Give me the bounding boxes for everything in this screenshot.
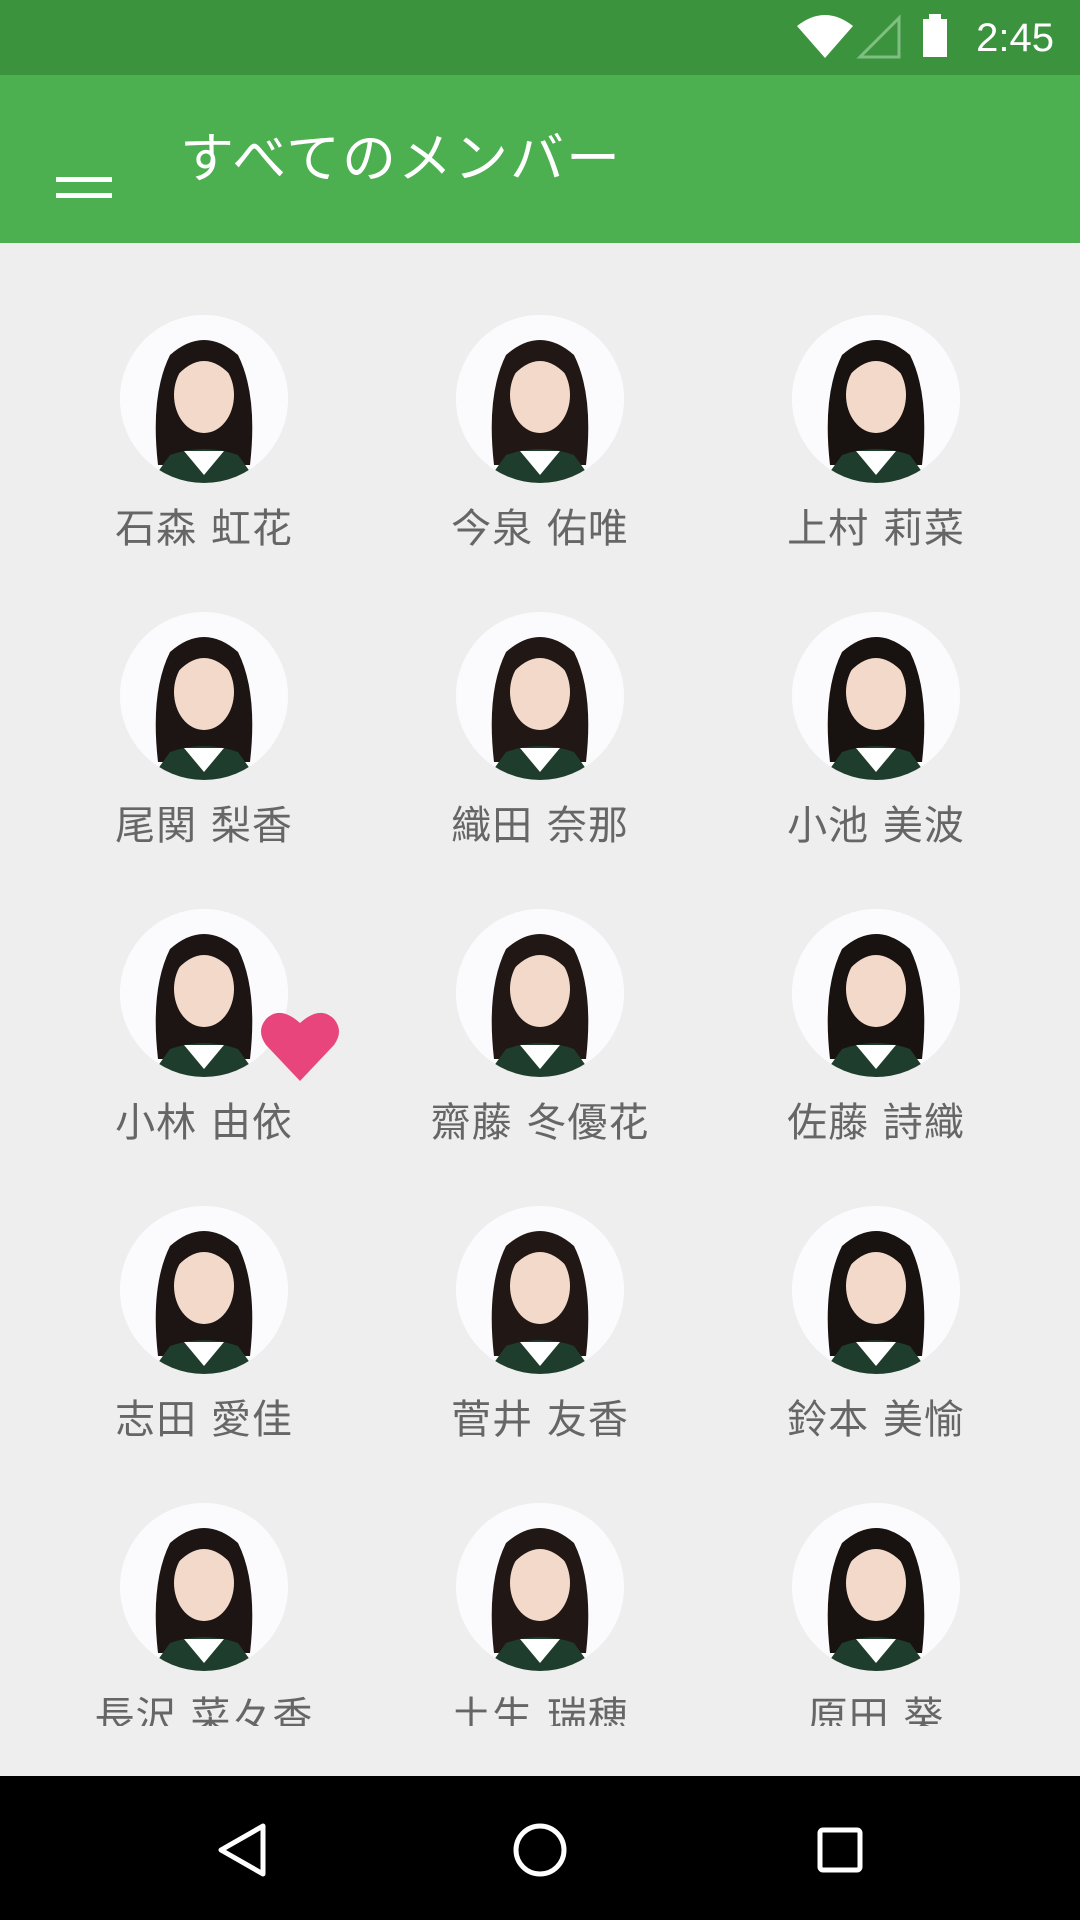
wifi-icon: [795, 0, 855, 79]
member-card[interactable]: 原田 葵: [708, 1431, 1044, 1726]
recents-button[interactable]: [792, 1804, 888, 1894]
member-photo: [456, 1206, 624, 1374]
member-card[interactable]: 小林 由依: [36, 837, 372, 1146]
member-photo: [456, 1503, 624, 1671]
member-card[interactable]: 土生 瑞穂: [372, 1431, 708, 1726]
recents-icon: [817, 1827, 863, 1873]
member-card[interactable]: 齋藤 冬優花: [372, 837, 708, 1146]
home-icon: [513, 1823, 567, 1877]
back-button[interactable]: [193, 1804, 289, 1894]
battery-icon: [916, 0, 956, 79]
member-card[interactable]: 長沢 菜々香: [36, 1431, 372, 1726]
member-card[interactable]: 今泉 佑唯: [372, 243, 708, 552]
cell-signal-icon: [855, 0, 905, 79]
home-button[interactable]: [492, 1804, 588, 1894]
member-photo: [792, 1503, 960, 1671]
member-card[interactable]: 菅井 友香: [372, 1134, 708, 1443]
member-card[interactable]: 佐藤 詩織: [708, 837, 1044, 1146]
member-photo: [792, 315, 960, 483]
member-card[interactable]: 志田 愛佳: [36, 1134, 372, 1443]
page-title: すべてのメンバー: [180, 127, 623, 190]
member-card[interactable]: 小池 美波: [708, 540, 1044, 849]
member-card[interactable]: 石森 虹花: [36, 243, 372, 552]
member-card[interactable]: 鈴本 美愉: [708, 1134, 1044, 1443]
member-card[interactable]: 尾関 梨香: [36, 540, 372, 849]
status-bar: 2:45: [0, 0, 1080, 75]
member-photo: [792, 612, 960, 780]
member-name: 長沢 菜々香: [94, 1694, 314, 1726]
member-photo: [456, 612, 624, 780]
member-name: 土生 瑞穂: [451, 1694, 629, 1726]
app-bar: すべてのメンバー: [0, 75, 1080, 243]
member-photo: [120, 1206, 288, 1374]
back-icon: [218, 1823, 266, 1877]
status-time: 2:45: [976, 16, 1054, 60]
menu-button[interactable]: [36, 113, 132, 205]
member-photo: [792, 1206, 960, 1374]
member-photo: [792, 909, 960, 1077]
member-card[interactable]: 織田 奈那: [372, 540, 708, 849]
member-name: 原田 葵: [807, 1694, 945, 1726]
member-photo: [456, 909, 624, 1077]
member-photo: [120, 1503, 288, 1671]
member-photo: [456, 315, 624, 483]
member-photo: [120, 315, 288, 483]
favorite-heart-icon[interactable]: [258, 1005, 342, 1085]
member-card[interactable]: 上村 莉菜: [708, 243, 1044, 552]
member-photo: [120, 612, 288, 780]
navigation-bar: [0, 1776, 1080, 1920]
member-list[interactable]: 石森 虹花 今泉 佑唯 上村 莉菜尾関 梨香 織田 奈那 小池 美波小林 由依 齋藤 冬優…: [0, 243, 1080, 1726]
hamburger-menu-icon: [56, 177, 112, 198]
